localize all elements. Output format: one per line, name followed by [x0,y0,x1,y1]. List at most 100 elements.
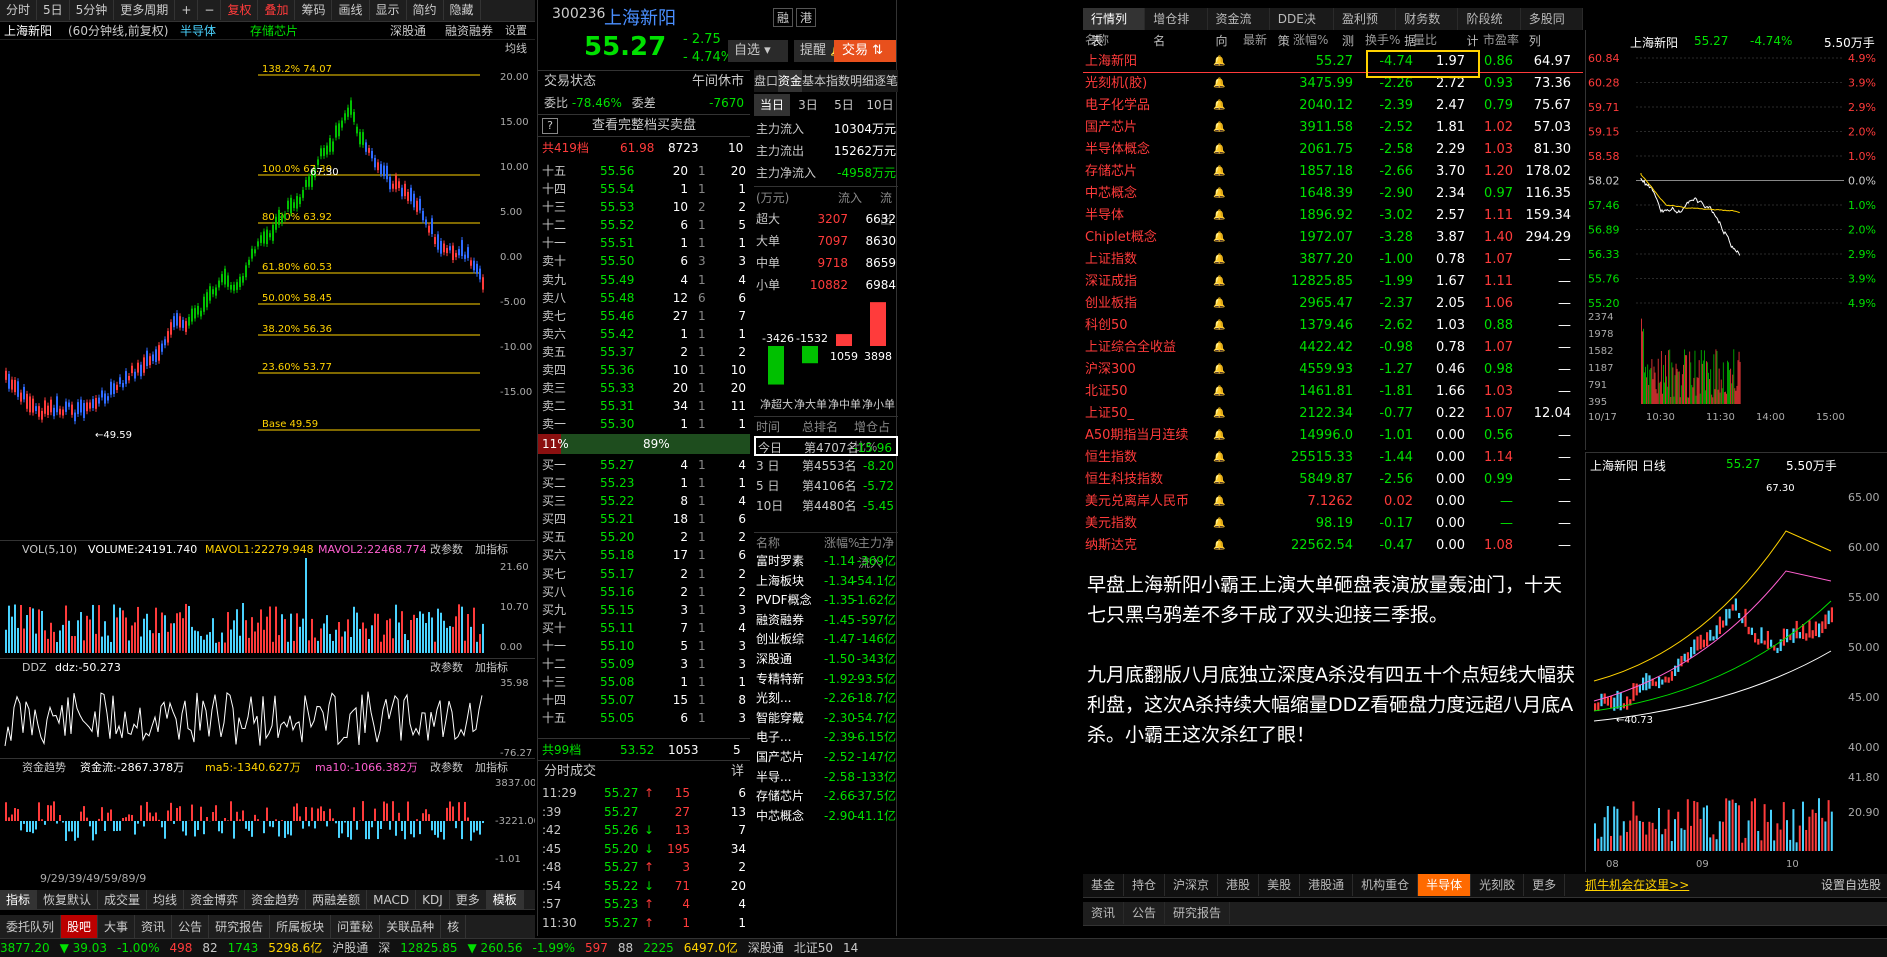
hk-badge[interactable]: 港 [796,8,817,27]
list-name[interactable]: 创业板指 [1085,293,1137,315]
list-name[interactable]: 恒生科技指数 [1085,469,1163,491]
bell-icon[interactable]: 🔔 [1213,293,1225,315]
fund-tab-0[interactable]: 盘口 [754,70,778,92]
list-tab-7[interactable]: 多股同列 [1521,8,1583,48]
watchlist-button[interactable]: 自选 ▾ [728,40,788,62]
list-head-cell[interactable]: 名称 [1085,30,1109,50]
list-name[interactable]: 北证50 [1085,381,1128,403]
list-row[interactable]: 中芯概念 🔔 1648.39 -2.90 2.34 0.97 116.35 [1083,183,1583,205]
sector-name[interactable]: 存储芯片 [756,787,804,806]
sector-row[interactable]: 上海板块 -1.34 -54.1亿 [754,572,898,592]
bell-icon[interactable]: 🔔 [1213,117,1225,139]
sell-price[interactable]: 55.37 [600,343,634,361]
sell-price[interactable]: 55.53 [600,198,634,216]
sector-name[interactable]: 创业板综 [756,630,804,649]
list-name[interactable]: 恒生指数 [1085,447,1137,469]
fund-tab-4[interactable]: 明细 [850,70,874,92]
candlestick-chart[interactable]: 138.2% 74.07100.0% 67.3080.90% 63.9261.8… [0,40,535,540]
daily-chart[interactable]: 65.00 60.00 55.00 50.00 45.00 40.00 67.30 ←40.7… [1586,471,1887,871]
tag-semiconductor[interactable]: 半导体 [180,22,216,40]
status-item[interactable]: 沪股通 [332,941,368,955]
list-head-cell[interactable]: 换手% [1365,30,1400,50]
list-btab-2[interactable]: 沪深京 [1165,874,1219,896]
list-btab-3[interactable]: 港股 [1218,874,1260,896]
sector-row[interactable]: 存储芯片 -2.66 -37.5亿 [754,787,898,807]
sell-price[interactable]: 55.36 [600,361,634,379]
ind-tab-1[interactable]: 恢复默认 [37,890,99,910]
list-name[interactable]: 光刻机(胶) [1085,73,1147,95]
list-row[interactable]: 深证成指 🔔 12825.85 -1.99 1.67 1.11 — [1083,271,1583,293]
list-row[interactable]: 恒生指数 🔔 25515.33 -1.44 0.00 1.14 — [1083,447,1583,469]
sector-row[interactable]: 光刻... -2.26 -18.7亿 [754,689,898,709]
list-name[interactable]: 中芯概念 [1085,183,1137,205]
sector-name[interactable]: 光刻... [756,689,791,708]
list-btab-0[interactable]: 基金 [1083,874,1125,896]
list-name[interactable]: 科创50 [1085,315,1128,337]
buy-price[interactable]: 55.20 [600,528,634,546]
list-head-cell[interactable]: 量比 [1413,30,1437,50]
ind-tab-10[interactable]: 模板 [486,890,524,910]
list-row[interactable]: 存储芯片 🔔 1857.18 -2.66 3.70 1.20 178.02 [1083,161,1583,183]
list-name[interactable]: A50期指当月连续 [1085,425,1188,447]
bell-icon[interactable]: 🔔 [1213,359,1225,381]
ind-tab-2[interactable]: 成交量 [98,890,148,910]
list-tab-2[interactable]: 资金流向 [1208,8,1270,48]
info-tab-6[interactable]: 所属板块 [270,915,332,939]
toolbar-btn-7[interactable]: 叠加 [258,0,296,20]
toolbar-btn-4[interactable]: + [175,0,199,20]
bell-icon[interactable]: 🔔 [1213,337,1225,359]
bell-icon[interactable]: 🔔 [1213,139,1225,161]
param-btn[interactable]: 改参数 [430,541,463,559]
list-name[interactable]: 国产芯片 [1085,117,1137,139]
bell-icon[interactable]: 🔔 [1213,425,1225,447]
buy-price[interactable]: 55.27 [600,456,634,474]
list-btab-1[interactable]: 持仓 [1124,874,1166,896]
sell-price[interactable]: 55.30 [600,415,634,433]
ind-tab-4[interactable]: 资金博弈 [184,890,246,910]
toolbar-btn-9[interactable]: 画线 [332,0,370,20]
list-btab-5[interactable]: 港股通 [1300,874,1354,896]
info-tab-1[interactable]: 股吧 [61,915,99,939]
ddz-param[interactable]: 改参数 [430,659,463,677]
list-name[interactable]: 上证50_ [1085,403,1134,425]
bell-icon[interactable]: 🔔 [1213,271,1225,293]
list-name[interactable]: 深证成指 [1085,271,1137,293]
list-btab-9[interactable]: 更多 [1524,874,1566,896]
bell-icon[interactable]: 🔔 [1213,381,1225,403]
list-row[interactable]: 美元兑离岸人民币 🔔 7.1262 0.02 0.00 — — [1083,491,1583,513]
sell-price[interactable]: 55.42 [600,325,634,343]
list-name[interactable]: 美元兑离岸人民币 [1085,491,1189,513]
buy-price[interactable]: 55.15 [600,601,634,619]
buy-price[interactable]: 55.21 [600,510,634,528]
sector-row[interactable]: 创业板综 -1.47 -146亿 [754,630,898,650]
list-tab-1[interactable]: 增仓排名 [1145,8,1208,48]
bell-icon[interactable]: 🔔 [1213,161,1225,183]
buy-price[interactable]: 55.16 [600,583,634,601]
sector-name[interactable]: PVDF概念 [756,591,812,610]
zj-add[interactable]: 加指标 [475,759,508,777]
list-row[interactable]: 科创50 🔔 1379.46 -2.62 1.03 0.88 — [1083,315,1583,337]
info-tab-7[interactable]: 问董秘 [331,915,381,939]
sector-name[interactable]: 智能穿戴 [756,709,804,728]
list-name[interactable]: 上海新阳 [1085,51,1137,73]
sell-price[interactable]: 55.49 [600,271,634,289]
bell-icon[interactable]: 🔔 [1213,469,1225,491]
ind-tab-3[interactable]: 均线 [147,890,185,910]
list-row[interactable]: 上证50_ 🔔 2122.34 -0.77 0.22 1.07 12.04 [1083,403,1583,425]
toolbar-btn-2[interactable]: 5分钟 [70,0,115,20]
fund-tab-1[interactable]: 资金 [778,70,802,92]
day-tab-3[interactable]: 10日 [862,94,898,116]
list-name[interactable]: 纳斯达克 [1085,535,1137,557]
info-tab-5[interactable]: 研究报告 [209,915,271,939]
bell-icon[interactable]: 🔔 [1213,249,1225,271]
list-row[interactable]: 上海新阳 🔔 55.27 -4.74 1.97 0.86 64.97 [1083,51,1583,73]
list-tab-4[interactable]: 盈利预测 [1334,8,1397,48]
sector-row[interactable]: 半导... -2.58 -133亿 [754,768,898,788]
set-watchlist[interactable]: 设置自选股 [1815,874,1887,897]
sector-row[interactable]: 智能穿戴 -2.30 -54.7亿 [754,709,898,729]
ind-tab-6[interactable]: 两融差额 [306,890,368,910]
buy-price[interactable]: 55.23 [600,474,634,492]
buy-price[interactable]: 55.09 [600,655,634,673]
day-tab-0[interactable]: 当日 [754,94,790,116]
toolbar-btn-8[interactable]: 筹码 [295,0,333,20]
